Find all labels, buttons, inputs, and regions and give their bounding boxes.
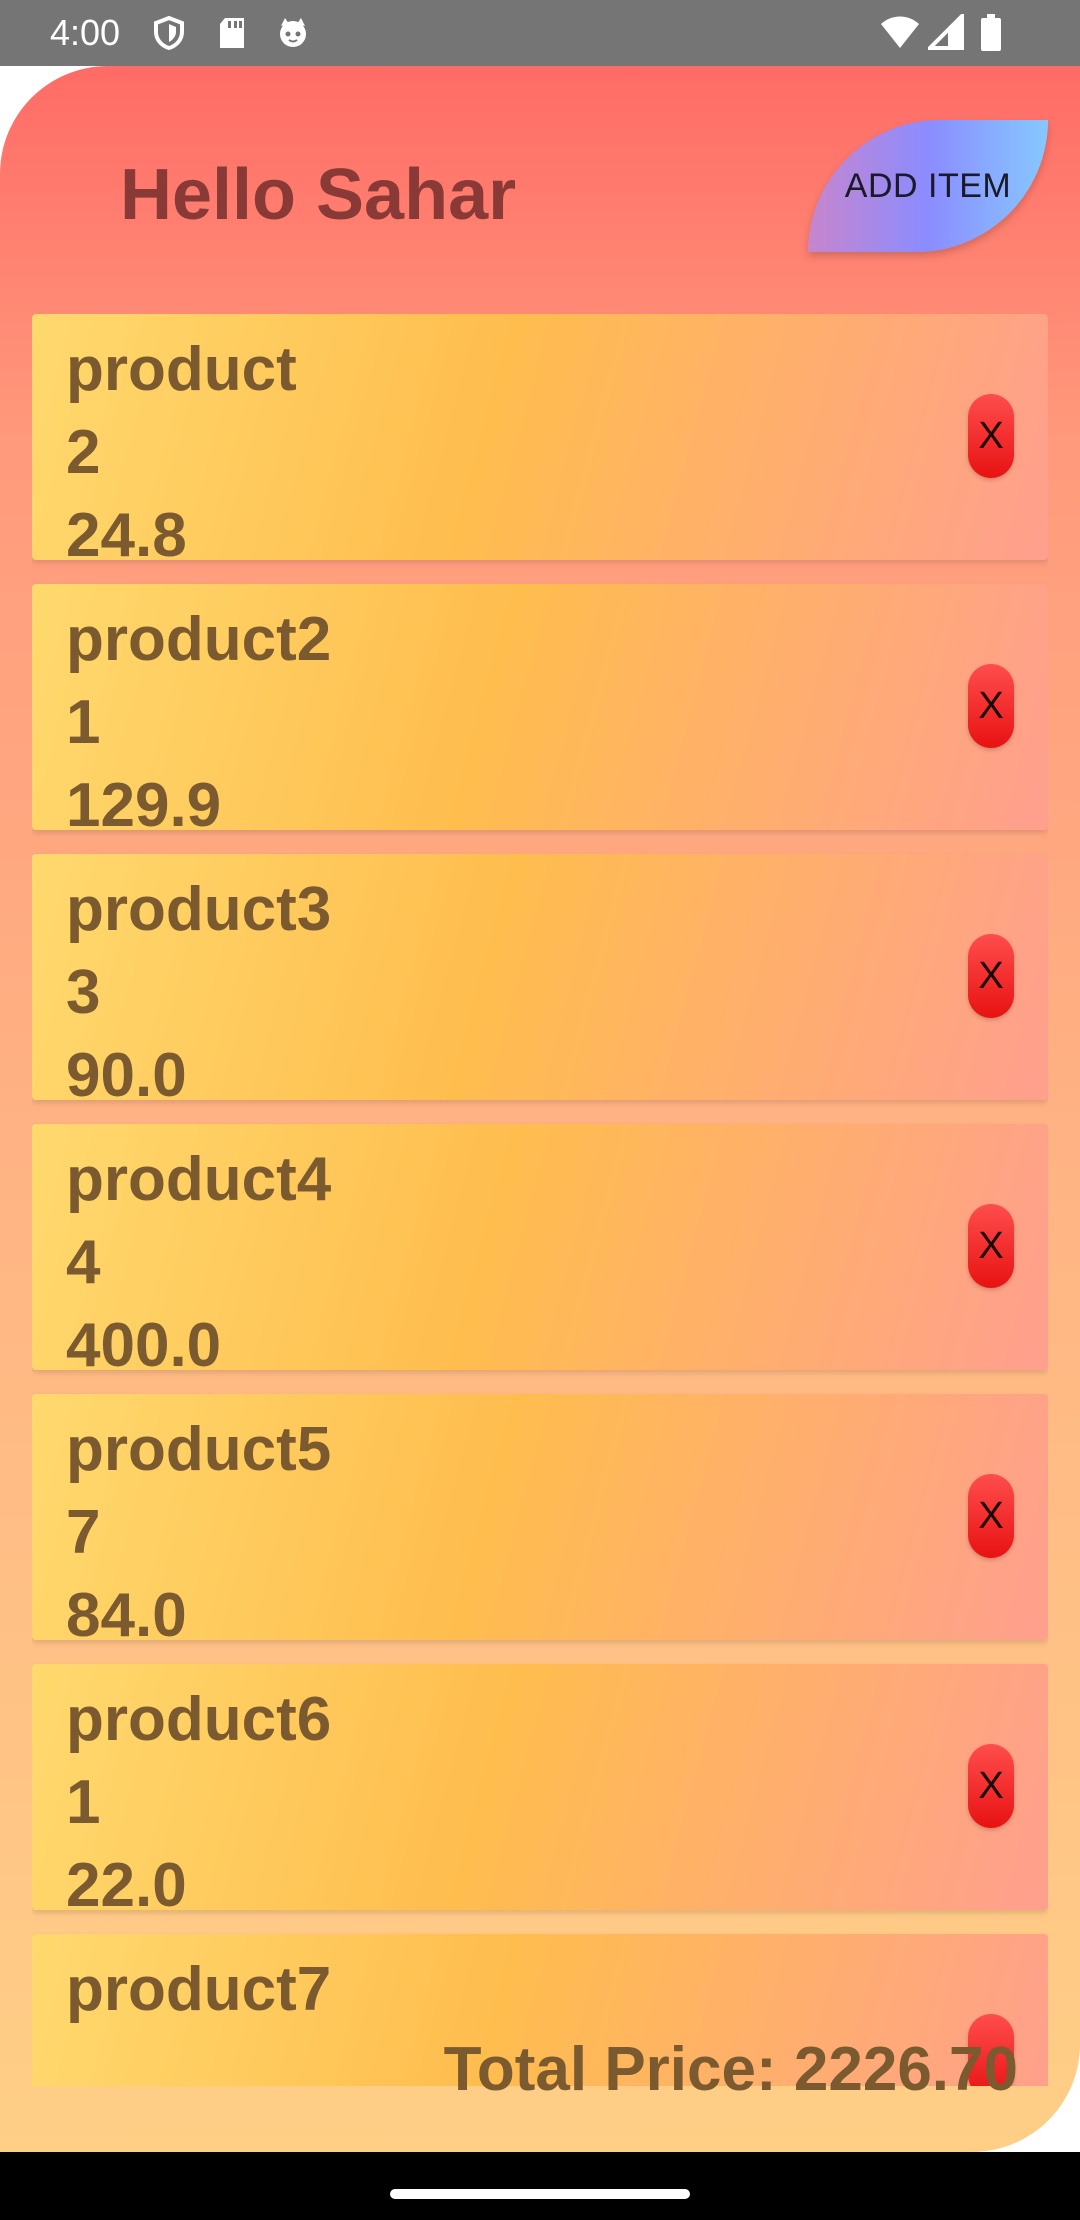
- product-card: product 2 24.8 X: [32, 314, 1048, 560]
- product-quantity: 2: [66, 418, 101, 487]
- product-name: product3: [66, 875, 332, 944]
- home-handle[interactable]: [390, 2189, 690, 2199]
- product-name: product4: [66, 1145, 332, 1214]
- product-card: product2 1 129.9 X: [32, 584, 1048, 830]
- delete-product-button[interactable]: X: [968, 1204, 1014, 1288]
- signal-icon: [925, 11, 964, 52]
- product-price: 400.0: [66, 1311, 222, 1370]
- product-name: product: [66, 335, 297, 404]
- product-info: product2 1 129.9: [66, 598, 331, 830]
- cat-face-icon: [276, 16, 310, 50]
- total-price-label: Total Price:: [443, 2035, 777, 2104]
- greeting-title: Hello Sahar: [120, 155, 517, 235]
- product-quantity: 1: [66, 688, 101, 757]
- delete-product-button[interactable]: X: [968, 1744, 1014, 1828]
- product-info: product 2 24.8: [66, 328, 297, 560]
- product-info: product5 7 84.0: [66, 1408, 331, 1640]
- product-name: product6: [66, 1685, 332, 1754]
- delete-product-button[interactable]: X: [968, 934, 1014, 1018]
- product-name: product7: [66, 1955, 332, 2024]
- product-card: product5 7 84.0 X: [32, 1394, 1048, 1640]
- wifi-icon: [880, 14, 920, 52]
- status-time: 4:00: [50, 12, 121, 53]
- navigation-bar: [0, 2152, 1080, 2220]
- product-info: product3 3 90.0: [66, 868, 331, 1100]
- product-quantity: 4: [66, 1228, 101, 1297]
- product-price: 129.9: [66, 771, 222, 830]
- product-price: 84.0: [66, 1581, 187, 1640]
- product-quantity: 3: [66, 958, 101, 1027]
- product-quantity: 1: [66, 1768, 101, 1837]
- product-info: product4 4 400.0: [66, 1138, 331, 1370]
- product-name: product2: [66, 605, 332, 674]
- product-info: product7: [66, 1948, 331, 2031]
- product-quantity: 7: [66, 1498, 101, 1567]
- total-price: Total Price: 2226.70: [444, 2030, 1018, 2110]
- sd-card-icon: [216, 16, 250, 50]
- product-price: 24.8: [66, 501, 187, 560]
- add-item-button[interactable]: ADD ITEM: [808, 120, 1048, 252]
- status-bar: 4:00: [0, 0, 1080, 66]
- product-info: product6 1 22.0: [66, 1678, 331, 1910]
- delete-product-button[interactable]: X: [968, 394, 1014, 478]
- shield-icon: [152, 15, 186, 51]
- delete-product-button[interactable]: X: [968, 1474, 1014, 1558]
- total-bar: Total Price: 2226.70: [0, 2022, 1080, 2152]
- product-card: product4 4 400.0 X: [32, 1124, 1048, 1370]
- product-card: product6 1 22.0 X: [32, 1664, 1048, 1910]
- battery-icon: [980, 14, 1002, 52]
- delete-product-button[interactable]: X: [968, 664, 1014, 748]
- product-price: 90.0: [66, 1041, 187, 1100]
- product-name: product5: [66, 1415, 332, 1484]
- app-screen: Hello Sahar ADD ITEM product 2 24.8 X pr…: [0, 66, 1080, 2152]
- product-list[interactable]: product 2 24.8 X product2 1 129.9 X prod…: [32, 314, 1048, 2086]
- product-card: product3 3 90.0 X: [32, 854, 1048, 1100]
- product-price: 22.0: [66, 1851, 187, 1910]
- total-price-value: 2226.70: [793, 2035, 1018, 2104]
